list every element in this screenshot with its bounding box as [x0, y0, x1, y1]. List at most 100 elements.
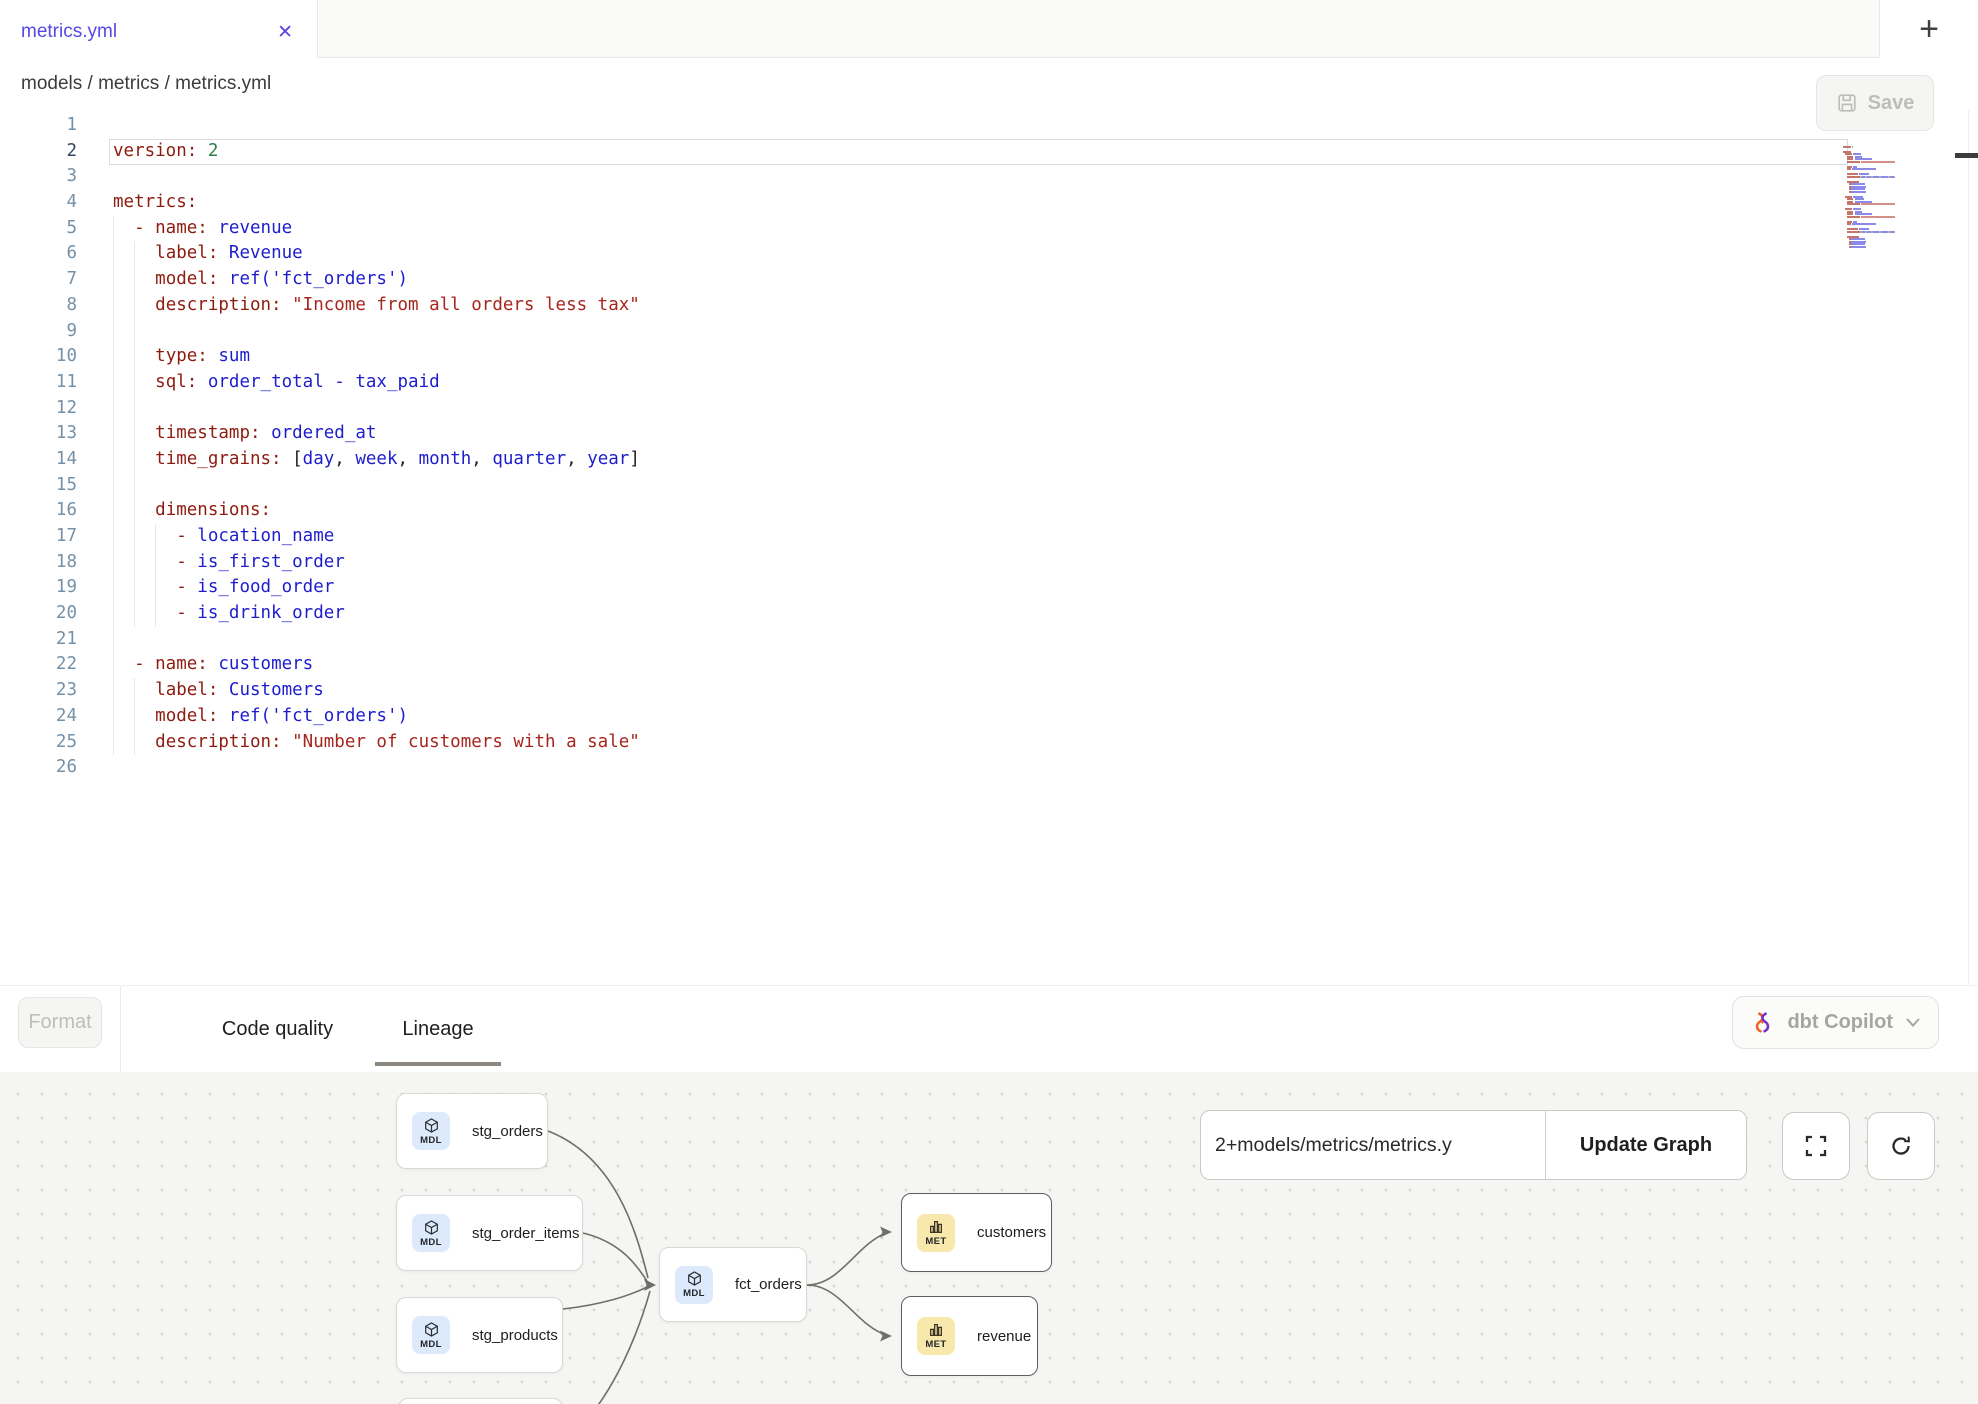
line-content: - is_first_order [113, 550, 345, 576]
node-type-label: MDL [683, 1288, 705, 1299]
code-line: 25 description: "Number of customers wit… [0, 730, 1978, 756]
code-line: 12 [0, 396, 1978, 422]
node-type-badge: MDL [412, 1112, 450, 1150]
indent-guide [155, 524, 156, 550]
graph-selector-input[interactable] [1201, 1111, 1545, 1179]
indent-guide [113, 344, 114, 370]
tab-metrics-yml[interactable]: metrics.yml ✕ [0, 0, 318, 58]
indent-guide [113, 241, 114, 267]
lineage-label: Lineage [402, 1018, 473, 1041]
indent-guide [113, 498, 114, 524]
code-line: 21 [0, 627, 1978, 653]
node-label: stg_orders [472, 1123, 543, 1140]
close-icon[interactable]: ✕ [277, 23, 293, 42]
scrollbar-thumb[interactable] [1955, 153, 1978, 158]
lineage-node-partial[interactable]: MDL [398, 1398, 563, 1404]
edge-arrowhead [644, 1279, 656, 1291]
indent-guide [134, 524, 135, 550]
code-editor[interactable]: 1 2 version: 2 3 4 metrics: 5 - name: re… [0, 110, 1978, 985]
node-type-badge: MET [917, 1317, 955, 1355]
tab-strip-empty [318, 0, 1879, 58]
chevron-down-icon [1905, 1017, 1921, 1028]
node-type-label: MDL [420, 1135, 442, 1146]
copilot-label: dbt Copilot [1787, 1011, 1893, 1034]
indent-guide [113, 730, 114, 756]
code-line: 16 dimensions: [0, 498, 1978, 524]
fullscreen-button[interactable] [1782, 1112, 1850, 1180]
edge-stg_products-to-fct_orders [563, 1287, 647, 1309]
code-line: 8 description: "Income from all orders l… [0, 293, 1978, 319]
code-line: 26 [0, 755, 1978, 781]
indent-guide [113, 601, 114, 627]
line-number: 14 [0, 447, 77, 473]
indent-guide [134, 396, 135, 422]
indent-guide [113, 652, 114, 678]
model-cube-icon [423, 1117, 440, 1134]
node-label: stg_order_items [472, 1225, 580, 1242]
line-number: 9 [0, 319, 77, 345]
lineage-node-stg_products[interactable]: MDL stg_products [396, 1297, 563, 1373]
update-graph-button[interactable]: Update Graph [1545, 1111, 1746, 1179]
node-type-badge: MDL [412, 1214, 450, 1252]
model-cube-icon [686, 1270, 703, 1287]
indent-guide [134, 421, 135, 447]
plus-icon: + [1919, 10, 1939, 49]
lineage-node-fct_orders[interactable]: MDL fct_orders [659, 1247, 807, 1322]
line-content: - is_food_order [113, 575, 334, 601]
minimap[interactable] [1843, 143, 1901, 251]
line-number: 5 [0, 216, 77, 242]
line-number: 16 [0, 498, 77, 524]
new-tab-button[interactable]: + [1879, 0, 1978, 58]
node-type-badge: MDL [675, 1266, 713, 1304]
line-number: 13 [0, 421, 77, 447]
indent-guide [134, 241, 135, 267]
lineage-node-stg_orders[interactable]: MDL stg_orders [396, 1093, 548, 1169]
line-content: timestamp: ordered_at [113, 421, 376, 447]
node-type-badge: MDL [412, 1316, 450, 1354]
code-line: 19 - is_food_order [0, 575, 1978, 601]
edge-arrowhead [880, 1331, 892, 1342]
lineage-node-revenue[interactable]: MET revenue [901, 1296, 1038, 1376]
indent-guide [113, 319, 114, 345]
code-line: 1 [0, 113, 1978, 139]
code-line: 3 [0, 164, 1978, 190]
lineage-node-customers[interactable]: MET customers [901, 1193, 1052, 1272]
line-content: time_grains: [day, week, month, quarter,… [113, 447, 640, 473]
indent-guide [155, 601, 156, 627]
refresh-button[interactable] [1867, 1112, 1935, 1180]
line-number: 12 [0, 396, 77, 422]
line-content: - name: customers [113, 652, 313, 678]
node-label: fct_orders [735, 1276, 802, 1293]
indent-guide [113, 704, 114, 730]
code-line: 20 - is_drink_order [0, 601, 1978, 627]
code-line: 24 model: ref('fct_orders') [0, 704, 1978, 730]
node-type-label: MET [925, 1236, 946, 1247]
code-line: 7 model: ref('fct_orders') [0, 267, 1978, 293]
indent-guide [113, 627, 114, 653]
graph-selector-group: Update Graph [1200, 1110, 1747, 1180]
node-type-label: MET [925, 1339, 946, 1350]
node-type-badge: MET [917, 1214, 955, 1252]
ide-window: metrics.yml ✕ + models / metrics / metri… [0, 0, 1978, 1404]
line-number: 19 [0, 575, 77, 601]
indent-guide [134, 293, 135, 319]
line-number: 25 [0, 730, 77, 756]
code-line: 14 time_grains: [day, week, month, quart… [0, 447, 1978, 473]
tab-lineage[interactable]: Lineage [375, 986, 501, 1072]
indent-guide [134, 730, 135, 756]
tab-code-quality[interactable]: Code quality [208, 986, 347, 1072]
indent-guide [134, 267, 135, 293]
dbt-copilot-button[interactable]: dbt Copilot [1732, 996, 1939, 1049]
line-content: - is_drink_order [113, 601, 345, 627]
floppy-disk-icon [1836, 92, 1858, 114]
save-button[interactable]: Save [1816, 75, 1934, 131]
line-number: 22 [0, 652, 77, 678]
lineage-node-stg_order_items[interactable]: MDL stg_order_items [396, 1195, 583, 1271]
format-button[interactable]: Format [18, 997, 102, 1048]
lineage-panel[interactable]: MDL stg_orders MDL stg_order_items MDL s… [0, 1072, 1978, 1404]
code-line: 15 [0, 473, 1978, 499]
line-number: 23 [0, 678, 77, 704]
line-content: - name: revenue [113, 216, 292, 242]
model-cube-icon [423, 1219, 440, 1236]
line-content: model: ref('fct_orders') [113, 267, 408, 293]
